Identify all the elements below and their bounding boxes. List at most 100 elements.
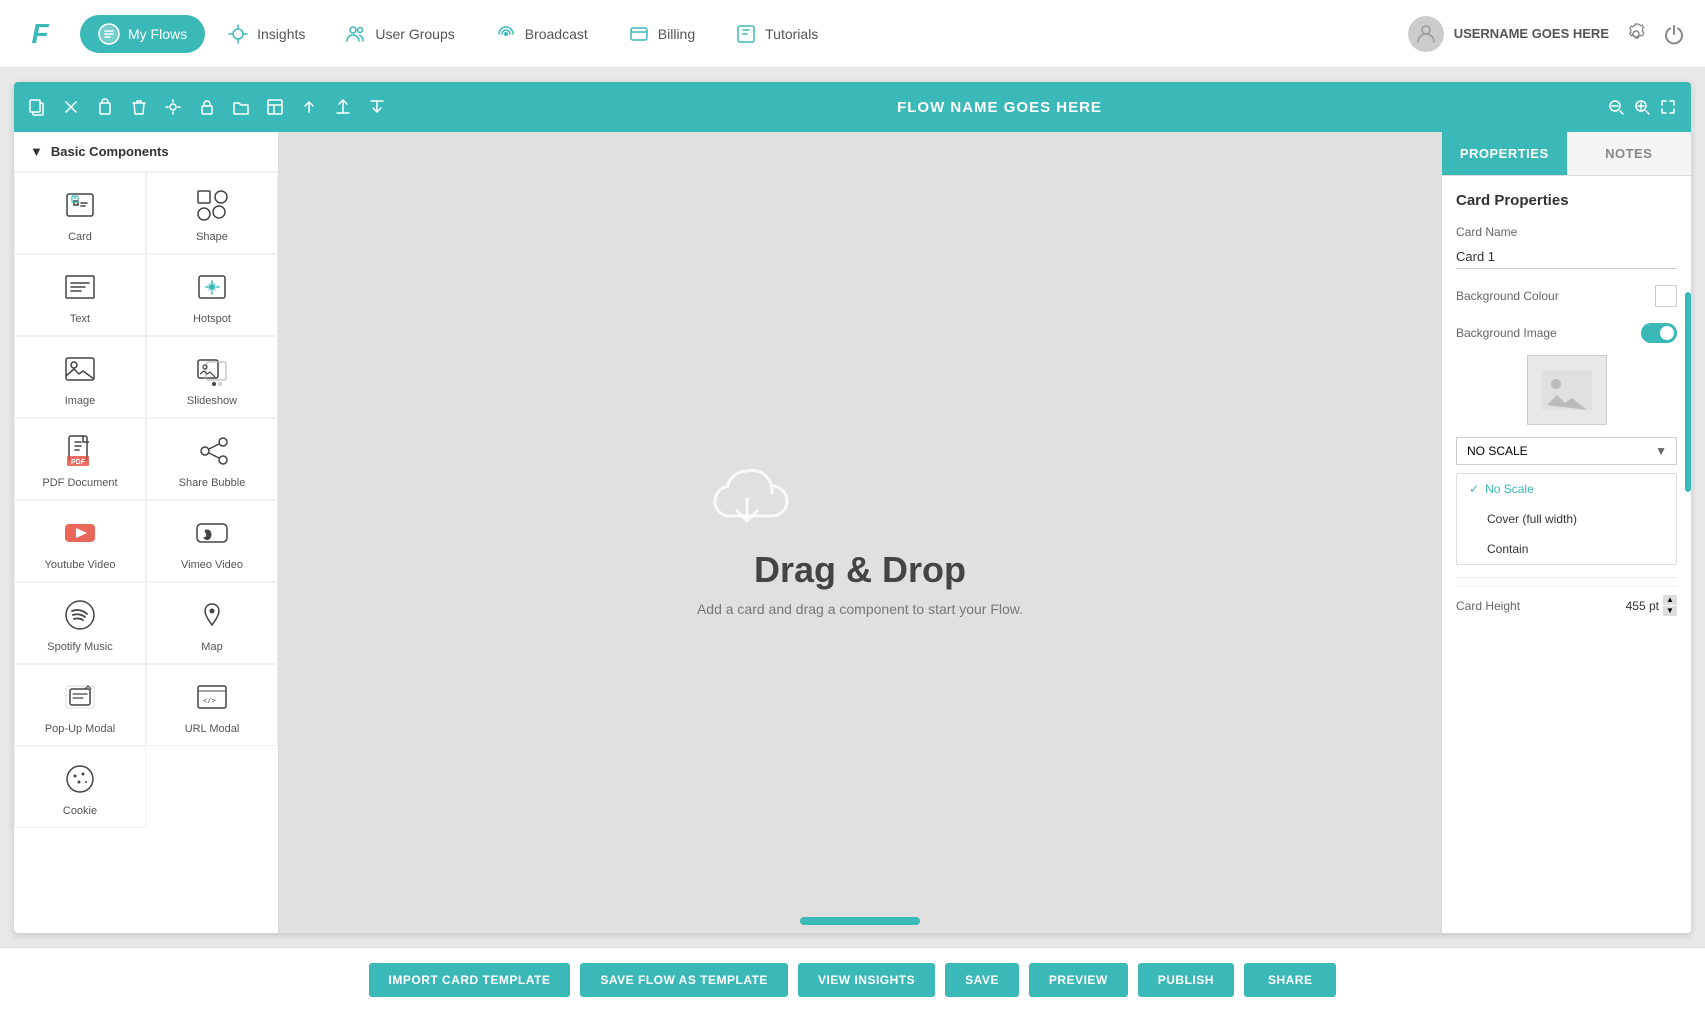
scale-select[interactable]: NO SCALE Cover (full width) Contain xyxy=(1456,437,1677,465)
power-icon[interactable] xyxy=(1663,23,1685,45)
nav-item-tutorials[interactable]: Tutorials xyxy=(717,15,836,53)
collapse-icon[interactable]: ▼ xyxy=(30,144,43,159)
popup-label: Pop-Up Modal xyxy=(45,723,115,735)
nav-item-label: User Groups xyxy=(375,26,454,42)
bg-image-label: Background Image xyxy=(1456,326,1557,340)
sidebar-item-text[interactable]: Text xyxy=(14,254,146,336)
scale-dropdown-menu: ✓ No Scale Cover (full width) Contain xyxy=(1456,473,1677,565)
components-sidebar: ▼ Basic Components xyxy=(14,132,279,933)
user-section[interactable]: USERNAME GOES HERE xyxy=(1408,16,1609,52)
tab-notes[interactable]: NOTES xyxy=(1567,132,1692,175)
right-panel-scrollbar[interactable] xyxy=(1685,292,1691,492)
background-image-row: Background Image xyxy=(1456,323,1677,343)
sidebar-item-pdf[interactable]: PDF PDF Document xyxy=(14,418,146,500)
folder-icon[interactable] xyxy=(232,98,256,116)
layout-icon[interactable] xyxy=(266,98,290,116)
panel-content: Card Properties Card Name Background Col… xyxy=(1442,176,1691,933)
fullscreen-icon[interactable] xyxy=(1659,98,1677,116)
save-button[interactable]: SAVE xyxy=(945,963,1019,997)
nav-item-insights[interactable]: Insights xyxy=(209,15,323,53)
lock-icon[interactable] xyxy=(198,98,222,116)
sidebar-item-slideshow[interactable]: Slideshow xyxy=(146,336,278,418)
cloud-upload-icon xyxy=(697,449,1023,529)
delete-icon[interactable] xyxy=(130,98,154,116)
svg-text:</>: </> xyxy=(203,698,216,706)
tab-properties[interactable]: PROPERTIES xyxy=(1442,132,1567,175)
sidebar-item-youtube[interactable]: Youtube Video xyxy=(14,500,146,582)
spotify-component-icon xyxy=(60,595,100,635)
nav-item-label: Tutorials xyxy=(765,26,818,42)
arrow-up-icon[interactable] xyxy=(300,98,324,116)
share-bubble-component-icon xyxy=(192,431,232,471)
arrow-up-alt-icon[interactable] xyxy=(334,98,358,116)
zoom-in-icon[interactable] xyxy=(1633,98,1651,116)
import-card-template-button[interactable]: IMPORT CARD TEMPLATE xyxy=(369,963,571,997)
zoom-out-icon[interactable] xyxy=(1607,98,1625,116)
flow-canvas[interactable]: Drag & Drop Add a card and drag a compon… xyxy=(279,132,1441,933)
stepper-up[interactable]: ▲ xyxy=(1663,595,1677,605)
drag-drop-subtitle: Add a card and drag a component to start… xyxy=(697,601,1023,617)
scale-contain[interactable]: Contain xyxy=(1457,534,1676,564)
card-height-stepper[interactable]: ▲ ▼ xyxy=(1663,595,1677,616)
card-name-input[interactable] xyxy=(1456,245,1677,269)
scale-no-scale[interactable]: ✓ No Scale xyxy=(1457,474,1676,504)
sidebar-item-card[interactable]: Card xyxy=(14,172,146,254)
arrow-down-icon[interactable] xyxy=(368,98,392,116)
nav-item-label: Broadcast xyxy=(525,26,588,42)
settings-cog-icon[interactable] xyxy=(164,98,188,116)
sidebar-item-shape[interactable]: Shape xyxy=(146,172,278,254)
youtube-label: Youtube Video xyxy=(45,559,116,571)
card-label: Card xyxy=(68,231,92,243)
logo-letter: F xyxy=(31,18,48,50)
sidebar-item-url-modal[interactable]: </> URL Modal xyxy=(146,664,278,746)
sidebar-item-popup-modal[interactable]: Pop-Up Modal xyxy=(14,664,146,746)
scale-cover[interactable]: Cover (full width) xyxy=(1457,504,1676,534)
bg-image-toggle[interactable] xyxy=(1641,323,1677,343)
image-label: Image xyxy=(65,395,96,407)
text-label: Text xyxy=(70,313,90,325)
sidebar-item-map[interactable]: Map xyxy=(146,582,278,664)
sidebar-item-cookie[interactable]: Cookie xyxy=(14,746,146,828)
preview-button[interactable]: PREVIEW xyxy=(1029,963,1128,997)
check-icon: ✓ xyxy=(1469,482,1479,496)
slideshow-component-icon xyxy=(192,349,232,389)
share-button[interactable]: SHARE xyxy=(1244,963,1337,997)
svg-text:PDF: PDF xyxy=(71,459,86,466)
stepper-down[interactable]: ▼ xyxy=(1663,606,1677,616)
view-insights-button[interactable]: VIEW INSIGHTS xyxy=(798,963,935,997)
sidebar-item-spotify[interactable]: Spotify Music xyxy=(14,582,146,664)
nav-item-billing[interactable]: Billing xyxy=(610,15,713,53)
divider xyxy=(1456,577,1677,578)
settings-icon[interactable] xyxy=(1625,23,1647,45)
app-logo[interactable]: F xyxy=(20,14,60,54)
billing-icon xyxy=(628,23,650,45)
sidebar-item-vimeo[interactable]: Vimeo Video xyxy=(146,500,278,582)
vimeo-component-icon xyxy=(192,513,232,553)
drag-drop-placeholder: Drag & Drop Add a card and drag a compon… xyxy=(697,449,1023,617)
toolbar: FLOW NAME GOES HERE xyxy=(14,82,1691,132)
paste-icon[interactable] xyxy=(96,98,120,116)
map-component-icon xyxy=(192,595,232,635)
publish-button[interactable]: PUBLISH xyxy=(1138,963,1234,997)
slideshow-label: Slideshow xyxy=(187,395,237,407)
save-flow-template-button[interactable]: SAVE FLOW AS TEMPLATE xyxy=(580,963,788,997)
canvas-horizontal-scrollbar[interactable] xyxy=(800,917,920,925)
nav-item-my-flows[interactable]: My Flows xyxy=(80,15,205,53)
hotspot-component-icon xyxy=(192,267,232,307)
nav-item-label: Insights xyxy=(257,26,305,42)
share-bubble-label: Share Bubble xyxy=(179,477,246,489)
insights-icon xyxy=(227,23,249,45)
sidebar-item-share-bubble[interactable]: Share Bubble xyxy=(146,418,278,500)
nav-item-broadcast[interactable]: Broadcast xyxy=(477,15,606,53)
cut-icon[interactable] xyxy=(62,98,86,116)
copy-icon[interactable] xyxy=(28,98,52,116)
nav-right: USERNAME GOES HERE xyxy=(1408,16,1685,52)
bg-colour-label: Background Colour xyxy=(1456,289,1559,303)
panel-tabs: PROPERTIES NOTES xyxy=(1442,132,1691,176)
sidebar-item-hotspot[interactable]: Hotspot xyxy=(146,254,278,336)
shape-component-icon xyxy=(192,185,232,225)
bg-colour-swatch[interactable] xyxy=(1655,285,1677,307)
sidebar-item-image[interactable]: Image xyxy=(14,336,146,418)
nav-item-user-groups[interactable]: User Groups xyxy=(327,15,472,53)
background-image-preview[interactable] xyxy=(1527,355,1607,425)
